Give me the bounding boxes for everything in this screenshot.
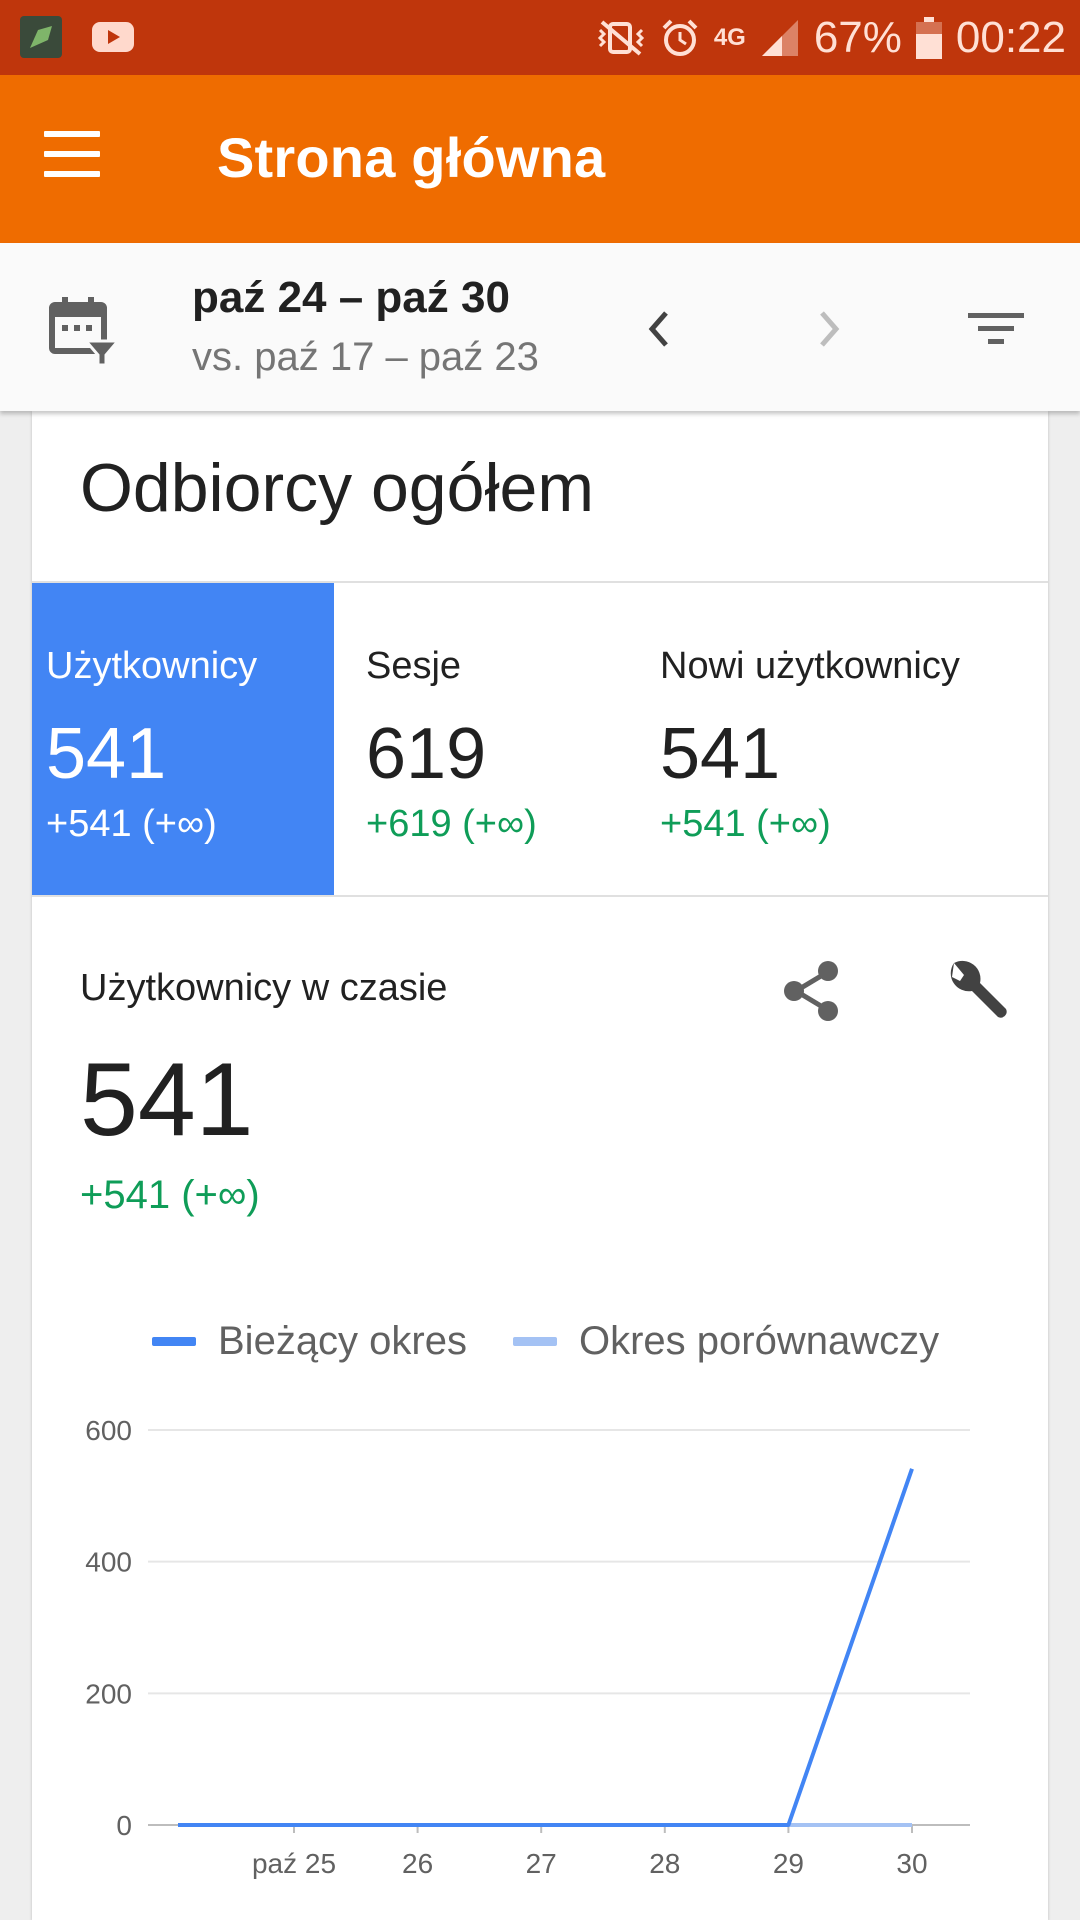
youtube-icon	[92, 22, 134, 52]
chevron-left-icon[interactable]	[632, 301, 688, 357]
x-tick-label: paź 25	[252, 1848, 336, 1879]
y-tick-label: 0	[116, 1810, 132, 1841]
calendar-filter-icon[interactable]	[46, 293, 126, 373]
app-bar: Strona główna	[0, 75, 1080, 243]
y-tick-label: 600	[85, 1415, 132, 1446]
mute-vibrate-icon	[597, 19, 644, 56]
status-icons: 4G 67% 00:22	[596, 0, 1066, 75]
status-bar: 4G 67% 00:22	[0, 0, 1080, 75]
x-tick-label: 28	[649, 1848, 680, 1879]
clock: 00:22	[955, 12, 1066, 62]
x-tick-label: 26	[402, 1848, 433, 1879]
battery-icon	[915, 16, 942, 59]
date-range[interactable]: paź 24 – paź 30	[192, 273, 510, 323]
x-tick-label: 29	[773, 1848, 804, 1879]
network-4g-icon: 4G	[713, 23, 746, 51]
menu-icon[interactable]	[36, 131, 108, 187]
date-range-bar: paź 24 – paź 30 vs. paź 17 – paź 23	[0, 243, 1080, 411]
x-tick-label: 30	[896, 1848, 927, 1879]
battery-percent: 67%	[813, 12, 902, 62]
compare-range[interactable]: vs. paź 17 – paź 23	[192, 335, 539, 380]
y-tick-label: 400	[85, 1547, 132, 1578]
alarm-icon	[662, 19, 698, 56]
page-title: Strona główna	[217, 126, 606, 189]
signal-icon	[761, 19, 798, 56]
filter-icon[interactable]	[964, 301, 1028, 357]
chevron-right-icon[interactable]	[800, 301, 856, 357]
app-notification-icon	[20, 16, 62, 58]
x-tick-label: 27	[526, 1848, 557, 1879]
users-line-chart: 0 200 400 600 paź 25 26 27 28 29 30	[85, 1415, 970, 1879]
y-tick-label: 200	[85, 1678, 132, 1709]
series-line-current	[178, 1468, 914, 1827]
audience-card: Odbiorcy ogółem Użytkownicy 541 +541 (+∞…	[32, 411, 1048, 1920]
